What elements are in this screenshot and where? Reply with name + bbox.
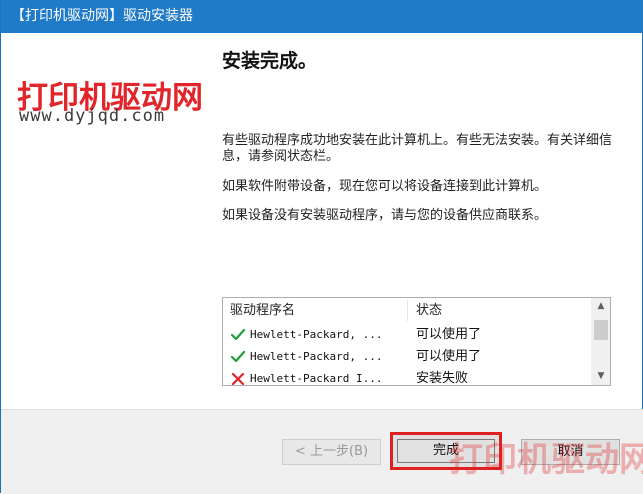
installer-window: 【打印机驱动网】驱动安装器 打印机驱动网 www.dyjqd.com 安装完成。… [0,0,643,494]
driver-name: Hewlett-Packard I... [250,372,383,385]
finish-button-label: 完成 [397,439,495,463]
driver-list[interactable]: 驱动程序名 状态 Hewlett-Packard, ... 可以使用了 Hewl… [222,297,611,386]
scroll-down-icon[interactable]: ▼ [592,368,610,385]
scroll-up-icon[interactable]: ▲ [592,298,610,315]
title-bar[interactable]: 【打印机驱动网】驱动安装器 [1,0,643,33]
driver-name: Hewlett-Packard, ... [250,328,383,341]
window-title: 【打印机驱动网】驱动安装器 [11,8,193,24]
check-icon [230,350,246,363]
status-paragraph: 有些驱动程序成功地安装在此计算机上。有些无法安装。有关详细信息，请参阅状态栏。 [222,133,613,164]
finish-button[interactable]: 完成 [390,432,502,470]
column-divider[interactable] [407,300,408,321]
contact-vendor-paragraph: 如果设备没有安装驱动程序，请与您的设备供应商联系。 [222,208,548,223]
driver-status: 可以使用了 [416,349,482,364]
scroll-thumb[interactable] [594,320,608,340]
page-heading: 安装完成。 [222,50,318,72]
driver-name: Hewlett-Packard, ... [250,350,383,363]
back-button[interactable]: < 上一步(B) [282,439,381,465]
list-header: 驱动程序名 状态 [223,298,592,323]
check-icon [230,328,246,341]
cross-icon [231,372,245,385]
logo: 打印机驱动网 www.dyjqd.com [17,72,217,132]
column-header-status[interactable]: 状态 [416,298,442,323]
column-header-driver-name[interactable]: 驱动程序名 [230,298,295,323]
list-item[interactable]: Hewlett-Packard, ... 可以使用了 [223,324,592,346]
driver-status: 安装失败 [416,371,469,386]
list-item[interactable]: Hewlett-Packard I... 安装失败 [223,368,592,386]
cancel-button[interactable]: 取消 [521,439,620,465]
driver-status: 可以使用了 [416,327,482,342]
logo-url: www.dyjqd.com [19,106,166,126]
list-item[interactable]: Hewlett-Packard, ... 可以使用了 [223,346,592,368]
vertical-scrollbar[interactable]: ▲ ▼ [591,298,610,385]
connect-device-paragraph: 如果软件附带设备，现在您可以将设备连接到此计算机。 [222,179,548,194]
